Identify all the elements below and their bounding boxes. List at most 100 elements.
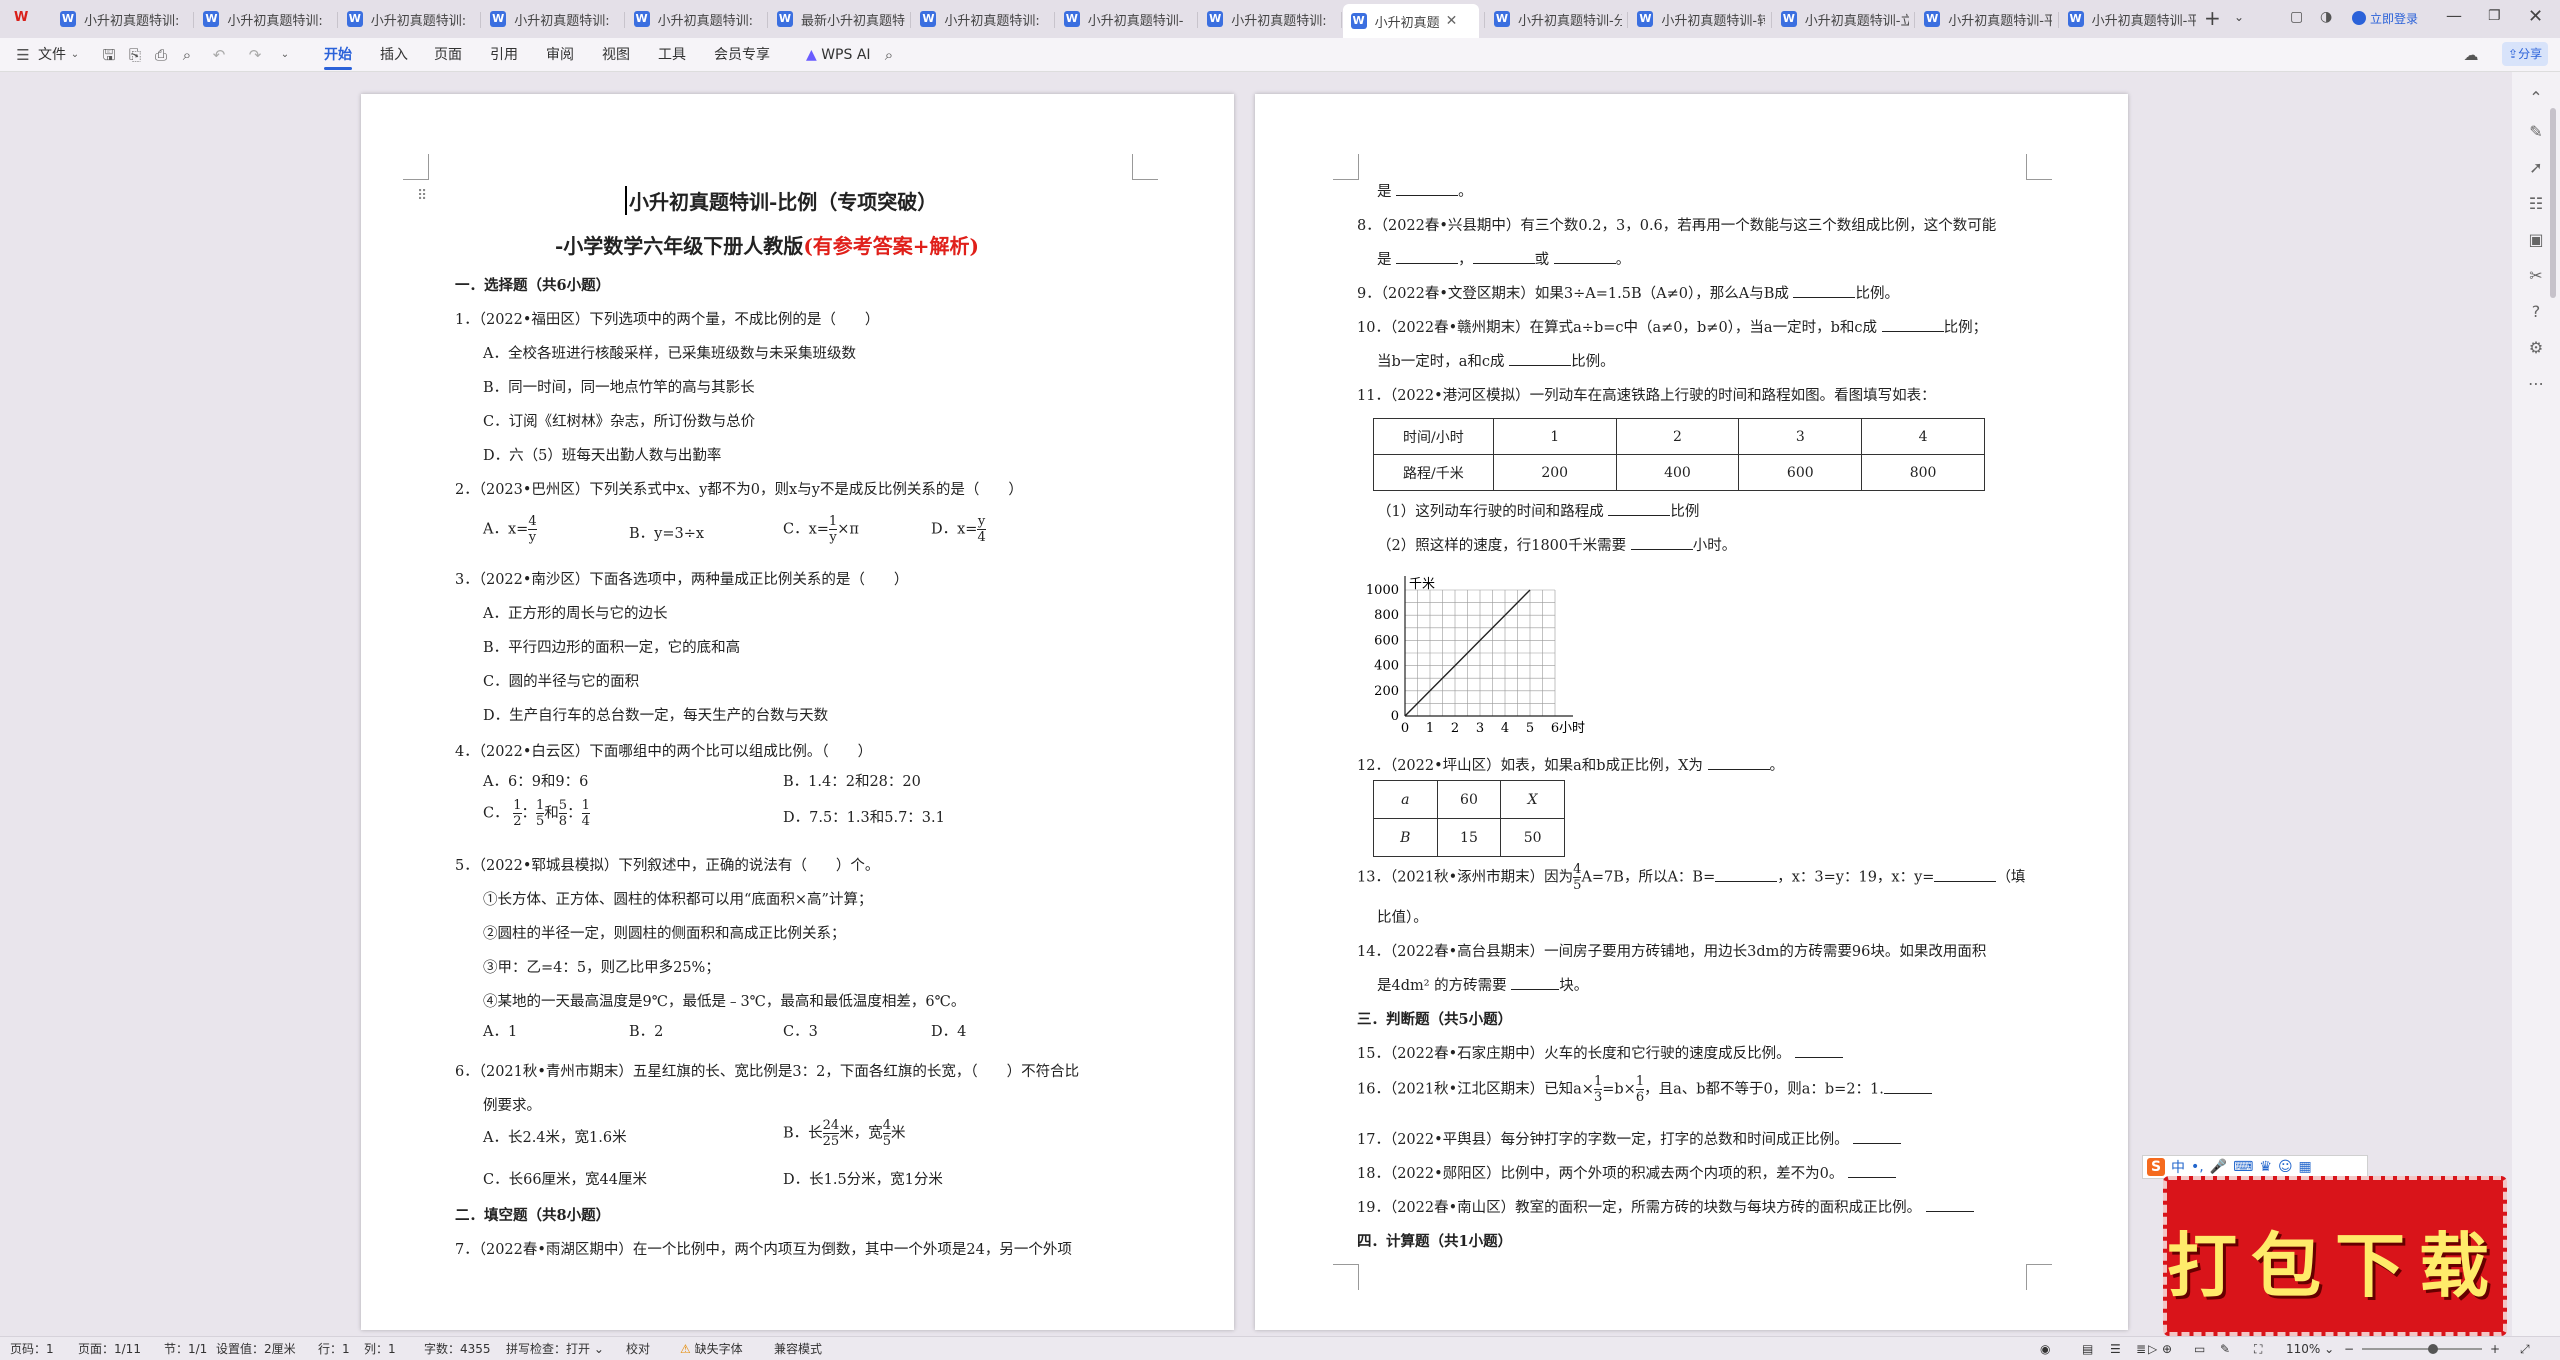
redo-icon[interactable]: ↷ [246, 46, 264, 64]
undo-icon[interactable]: ↶ [210, 46, 228, 64]
status-row: 行：1 [318, 1342, 350, 1356]
tab-document[interactable]: W 小升初真题 ✕ [1342, 4, 1479, 38]
keyboard-icon[interactable]: ⌨ [2233, 1159, 2253, 1175]
left-line: 7．（2022春•雨湖区期中）在一个比例中，两个内项互为倒数，其中一个外项是24… [455, 1242, 1072, 1258]
menu-insert[interactable]: 插入 [380, 38, 408, 72]
adjust-icon[interactable]: ☷ [2526, 194, 2546, 214]
collapse-icon[interactable]: ⌃ [2526, 88, 2546, 108]
chevron-down-icon[interactable]: ⌄ [66, 46, 84, 64]
ime-mode[interactable]: 中 [2171, 1157, 2185, 1177]
tools-grid-icon[interactable]: ▦ [2299, 1159, 2312, 1175]
tab-document[interactable]: W 小升初真题特训: [1199, 4, 1335, 34]
menu-reference[interactable]: 引用 [490, 38, 518, 72]
menu-home[interactable]: 开始 [324, 38, 352, 72]
minimize-icon[interactable]: — [2446, 6, 2462, 25]
tab-document[interactable]: W 小升初真题特训-立 [1773, 4, 1909, 34]
export-icon[interactable]: ⎘ [126, 46, 144, 64]
zoom-slider-handle[interactable] [2428, 1344, 2438, 1354]
search-icon[interactable]: ⌕ [880, 46, 898, 64]
menu-icon[interactable]: ☰ [14, 46, 32, 64]
table-cell: 600 [1738, 454, 1863, 491]
tab-document[interactable]: W 小升初真题特训-平 [2060, 4, 2196, 34]
fit-icon[interactable]: ⛶ [2254, 1337, 2262, 1360]
tab-document[interactable]: W 小升初真题特训: [195, 4, 331, 34]
more-options-icon[interactable]: ⋯ [2526, 374, 2546, 394]
avatar[interactable] [2352, 11, 2366, 25]
tools-icon[interactable]: ✂ [2526, 266, 2546, 286]
window-mode-icon[interactable]: ▢ [2290, 9, 2303, 25]
help-icon[interactable]: ? [2526, 302, 2546, 322]
left-line: B．同一时间，同一地点竹竿的高与其影长 [483, 380, 755, 396]
tab-document[interactable]: W 小升初真题特训: [52, 4, 188, 34]
left-line: 例要求。 [483, 1098, 541, 1114]
tab-document[interactable]: W 小升初真题特训: [482, 4, 618, 34]
format-icon[interactable]: ▣ [2526, 230, 2546, 250]
table-cell: a [1373, 780, 1438, 819]
tab-document[interactable]: W 小升初真题特训: [626, 4, 762, 34]
pen-icon[interactable]: ✎ [2526, 122, 2546, 142]
new-tab-icon[interactable]: + [2204, 6, 2221, 30]
read-icon[interactable]: ▭ [2194, 1337, 2205, 1360]
globe-icon[interactable]: ⊕ [2162, 1337, 2172, 1360]
plugin-icon[interactable]: ⚙ [2526, 338, 2546, 358]
eye-protection-icon[interactable]: ◉ [2040, 1337, 2050, 1360]
edit-icon[interactable]: ✎ [2220, 1337, 2230, 1360]
emoji-icon[interactable]: ☺ [2278, 1159, 2293, 1175]
menu-view[interactable]: 视图 [602, 38, 630, 72]
q4-option-c: C． 1 2： 1 5 和 5 8： 1 4 [483, 798, 590, 829]
tab-document[interactable]: W 最新小升初真题特 [769, 4, 905, 34]
wps-ai-button[interactable]: ▲ WPS AI [806, 38, 871, 72]
tab-document[interactable]: W 小升初真题特训: [339, 4, 475, 34]
tab-close-icon[interactable]: ✕ [1446, 13, 1458, 29]
vertical-scrollbar[interactable] [2550, 108, 2556, 298]
close-icon[interactable]: ✕ [2528, 6, 2543, 27]
status-proof[interactable]: 校对 [626, 1337, 650, 1360]
share-button[interactable]: ⇪分享 [2502, 42, 2549, 66]
save-icon[interactable]: 🖫 [100, 46, 118, 64]
zoom-slider[interactable] [2362, 1348, 2482, 1350]
tab-document[interactable]: W 小升初真题特训- [1056, 4, 1192, 34]
tab-document[interactable]: W 小升初真题特训-分 [1486, 4, 1622, 34]
preview-icon[interactable]: ⌕ [178, 46, 196, 64]
tab-document[interactable]: W 小升初真题特训-转 [1629, 4, 1765, 34]
login-button[interactable]: 立即登录 [2370, 10, 2418, 27]
download-banner[interactable]: 打包下载 [2163, 1176, 2507, 1336]
tab-document[interactable]: W 小升初真题特训-平 [1916, 4, 2052, 34]
more-icon[interactable]: ⌄ [276, 46, 294, 64]
wps-logo-icon[interactable]: W [14, 10, 34, 28]
fullscreen-icon[interactable]: ⤢ [2520, 1337, 2530, 1360]
outline-view-icon[interactable]: ≣ [2136, 1337, 2146, 1360]
print-icon[interactable]: ⎙ [152, 46, 170, 64]
tab-list-icon[interactable]: ⌄ [2234, 10, 2244, 24]
tab-separator [1197, 12, 1199, 28]
q10-cont: 当b一定时，a和c成 比例。 [1377, 354, 1615, 370]
zoom-in-icon[interactable]: + [2490, 1337, 2500, 1360]
restore-icon[interactable]: ❐ [2488, 8, 2501, 24]
play-icon[interactable]: ▷ [2148, 1337, 2157, 1360]
tab-document[interactable]: W 小升初真题特训: [912, 4, 1048, 34]
status-spellcheck[interactable]: 拼写检查：打开 ⌄ [506, 1337, 604, 1360]
menu-page[interactable]: 页面 [434, 38, 462, 72]
missing-font[interactable]: ⚠ 缺失字体 [680, 1337, 743, 1360]
subtitle-black: -小学数学六年级下册人教版 [555, 234, 804, 258]
web-view-icon[interactable]: ☰ [2110, 1337, 2121, 1360]
drag-handle-icon[interactable]: ⠿ [417, 188, 427, 204]
punctuation-icon[interactable]: •, [2191, 1159, 2204, 1175]
menu-review[interactable]: 审阅 [546, 38, 574, 72]
page-view-icon[interactable]: ▤ [2082, 1337, 2093, 1360]
zoom-out-icon[interactable]: − [2344, 1337, 2354, 1360]
skin-icon[interactable]: ◑ [2320, 9, 2332, 25]
zoom-level[interactable]: 110% ⌄ [2286, 1337, 2334, 1360]
menu-member[interactable]: 会员专享 [714, 38, 770, 72]
mic-icon[interactable]: 🎤 [2210, 1159, 2227, 1175]
file-menu[interactable]: 文件 [38, 38, 66, 72]
skin-icon[interactable]: ♛ [2259, 1159, 2272, 1175]
select-icon[interactable]: ➚ [2526, 158, 2546, 178]
q18: 18．（2022•郧阳区）比例中，两个外项的积减去两个内项的积，差不为0。 [1357, 1162, 1896, 1183]
q5-option-a: A．1 [483, 1024, 518, 1040]
status-words[interactable]: 字数：4355 [424, 1337, 491, 1360]
cloud-sync-icon[interactable]: ☁ [2462, 46, 2480, 64]
status-pages[interactable]: 页面：1/11 [78, 1337, 141, 1360]
q7-continued: 是 。 [1377, 184, 1473, 200]
menu-tools[interactable]: 工具 [658, 38, 686, 72]
